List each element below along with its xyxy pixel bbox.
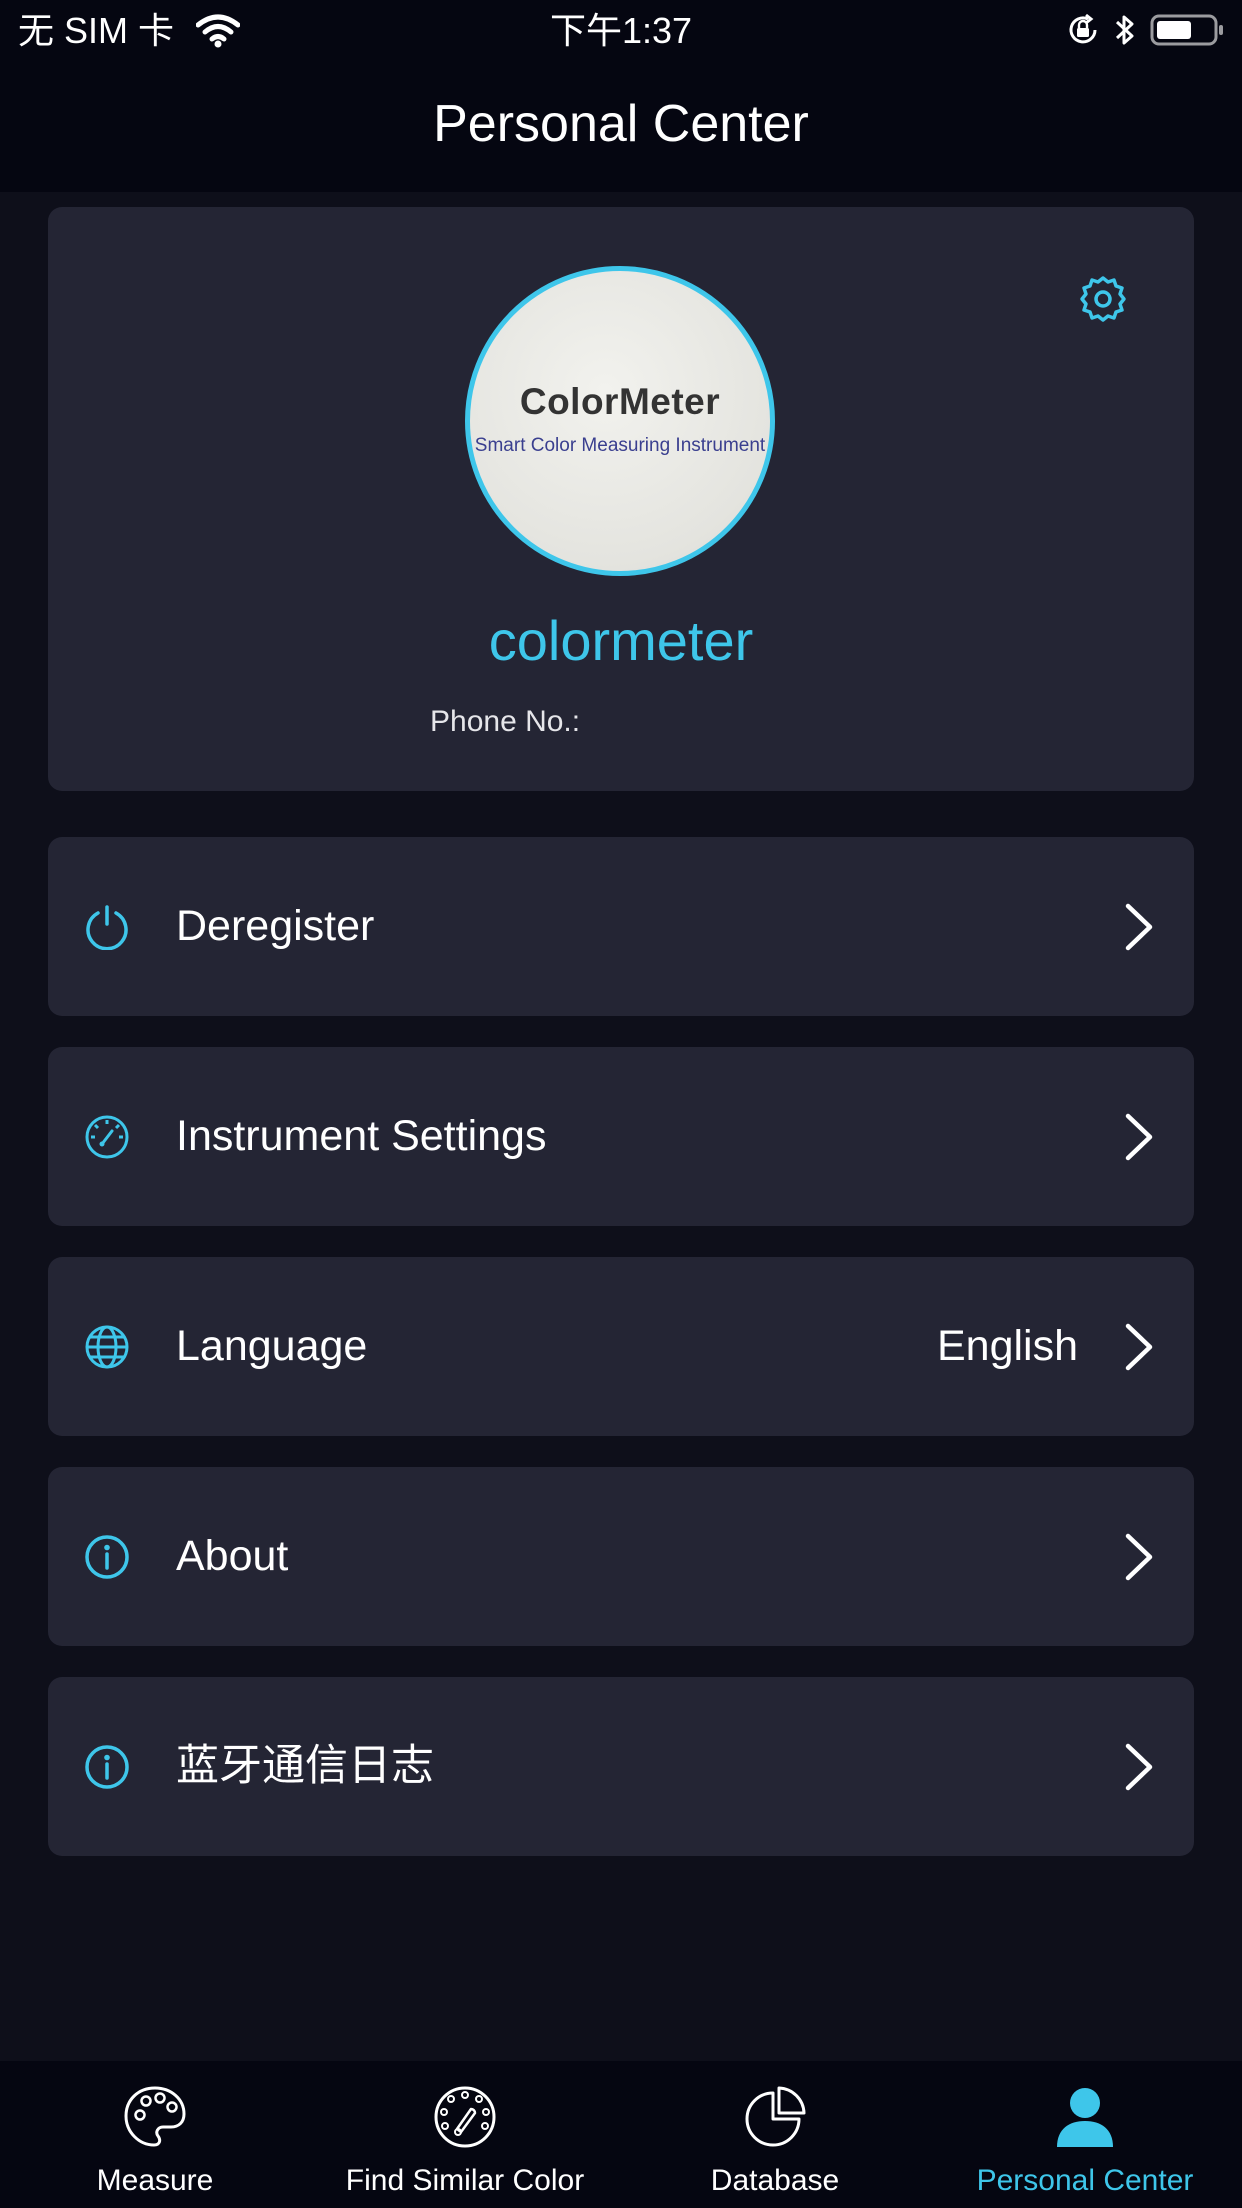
menu-item-language[interactable]: Language English	[48, 1257, 1194, 1436]
page-title: Personal Center	[433, 95, 809, 153]
dial-icon	[433, 2085, 497, 2149]
chevron-right-icon	[1120, 1532, 1156, 1582]
power-icon	[84, 904, 130, 951]
personal-center-screen: 无 SIM 卡 下午1:37 Personal Center ColorMete…	[0, 0, 1242, 2208]
chevron-right-icon	[1120, 1742, 1156, 1792]
status-right	[1066, 10, 1226, 54]
tab-database[interactable]: Database	[620, 2061, 930, 2208]
menu-item-about[interactable]: About	[48, 1467, 1194, 1646]
language-value: English	[936, 1322, 1078, 1370]
avatar[interactable]: ColorMeter Smart Color Measuring Instrum…	[465, 266, 775, 576]
bluetooth-icon	[1114, 12, 1136, 53]
battery-icon	[1150, 13, 1226, 52]
tab-label: Personal Center	[976, 2164, 1194, 2197]
globe-icon	[84, 1324, 130, 1370]
info-icon	[84, 1534, 130, 1580]
settings-gear-icon[interactable]	[1078, 274, 1128, 324]
status-time: 下午1:37	[549, 10, 693, 51]
tab-label: Measure	[96, 2164, 214, 2197]
tab-label: Database	[710, 2164, 840, 2197]
tab-personal-center[interactable]: Personal Center	[930, 2061, 1240, 2208]
menu-item-instrument-settings[interactable]: Instrument Settings	[48, 1047, 1194, 1226]
menu-item-label: Instrument Settings	[176, 1112, 547, 1160]
palette-icon	[123, 2085, 187, 2149]
avatar-logo-subtitle: Smart Color Measuring Instrument	[474, 435, 766, 456]
chevron-right-icon	[1120, 1112, 1156, 1162]
chevron-right-icon	[1120, 902, 1156, 952]
phone-number-label: Phone No.:	[430, 705, 581, 738]
username: colormeter	[488, 609, 754, 672]
menu-item-deregister[interactable]: Deregister	[48, 837, 1194, 1016]
menu-item-bluetooth-log[interactable]: 蓝牙通信日志	[48, 1677, 1194, 1856]
menu-item-label: About	[176, 1532, 289, 1580]
tab-label: Find Similar Color	[345, 2164, 585, 2197]
tab-find-similar-color[interactable]: Find Similar Color	[310, 2061, 620, 2208]
pie-chart-icon	[743, 2085, 807, 2149]
chevron-right-icon	[1120, 1322, 1156, 1372]
status-bar: 无 SIM 卡 下午1:37	[0, 0, 1242, 62]
bottom-tab-bar: Measure Find Similar Color Database Pers…	[0, 2061, 1242, 2208]
menu-item-label: Deregister	[176, 902, 375, 950]
orientation-lock-icon	[1066, 13, 1100, 52]
menu-item-label: 蓝牙通信日志	[176, 1742, 434, 1790]
tab-measure[interactable]: Measure	[0, 2061, 310, 2208]
person-icon	[1053, 2085, 1117, 2149]
avatar-logo-title: ColorMeter	[519, 381, 721, 422]
nav-header: Personal Center	[0, 62, 1242, 192]
gauge-icon	[84, 1114, 130, 1160]
menu-item-label: Language	[176, 1322, 368, 1370]
info-icon	[84, 1744, 130, 1790]
